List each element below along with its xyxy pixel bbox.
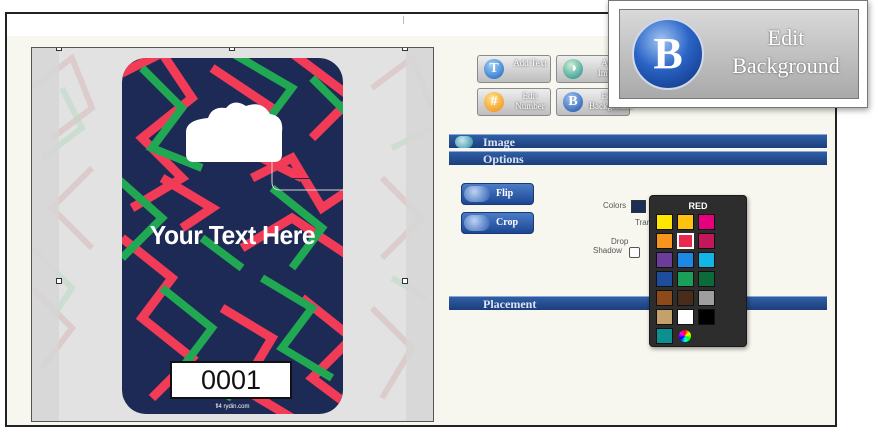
drop-shadow-checkbox[interactable] [629, 247, 640, 258]
resize-handle[interactable] [229, 48, 235, 51]
placement-section-title: Placement [483, 297, 537, 311]
resize-handle[interactable] [56, 48, 62, 51]
resize-handle[interactable] [56, 278, 62, 284]
color-swatch[interactable] [698, 233, 715, 249]
resize-handle[interactable] [402, 48, 408, 51]
color-swatch[interactable] [656, 309, 673, 325]
flip-button[interactable]: Flip [461, 183, 534, 205]
crop-label: Crop [496, 217, 519, 228]
color-picker-title: RED [688, 201, 708, 211]
color-picker-popup[interactable]: RED [649, 195, 747, 347]
color-swatch[interactable] [656, 233, 673, 249]
resize-handle[interactable] [402, 278, 408, 284]
edit-background-zoom-button[interactable]: B Edit Background [619, 9, 859, 99]
crop-icon [464, 215, 490, 231]
headline-text[interactable]: Your Text Here [128, 220, 338, 251]
text-icon: T [484, 59, 504, 79]
edit-number-button[interactable]: # Edit Number [477, 88, 551, 116]
add-text-label: Add Text [513, 58, 547, 68]
color-swatch-navy[interactable] [631, 200, 646, 213]
color-swatch[interactable] [698, 290, 715, 306]
flip-icon [464, 186, 490, 202]
bleed-guide-right [406, 48, 433, 421]
hang-tag-preview[interactable]: Your Text Here 0001 fl4 rydin.com [122, 58, 343, 414]
color-swatch[interactable] [656, 214, 673, 230]
image-section-header[interactable]: Image [449, 134, 827, 149]
edit-background-zoom-label: Edit Background [732, 25, 840, 78]
color-swatch[interactable] [656, 290, 673, 306]
color-swatch[interactable] [698, 271, 715, 287]
color-swatch[interactable] [677, 214, 694, 230]
color-swatch[interactable] [656, 252, 673, 268]
shadow-label: Shadow [593, 246, 622, 255]
background-b-icon: B [563, 92, 583, 112]
image-section-icon [455, 136, 473, 148]
color-swatch[interactable] [698, 214, 715, 230]
color-swatch[interactable] [656, 271, 673, 287]
brand-text: fl4 rydin.com [215, 404, 250, 410]
image-section-title: Image [483, 135, 515, 149]
image-icon: ◑ [563, 59, 583, 79]
drop-label: Drop [611, 237, 629, 246]
color-swatch[interactable] [656, 328, 673, 344]
color-swatch[interactable] [698, 309, 715, 325]
number-box[interactable]: 0001 [170, 361, 292, 399]
bleed-guide-left [32, 48, 59, 421]
color-swatch[interactable] [677, 290, 694, 306]
colors-label: Colors [603, 201, 627, 210]
color-swatch[interactable] [677, 233, 694, 249]
color-swatch[interactable] [698, 252, 715, 268]
flip-label: Flip [496, 188, 514, 199]
placement-section-header[interactable]: Placement [449, 296, 827, 311]
color-swatch[interactable] [677, 309, 694, 325]
options-section-header[interactable]: Options [449, 151, 827, 166]
add-text-button[interactable]: T Add Text [477, 55, 551, 83]
hash-icon: # [484, 92, 504, 112]
color-wheel-icon[interactable] [679, 330, 691, 342]
options-section-title: Options [483, 152, 524, 166]
background-b-icon: B [632, 18, 704, 90]
zoom-inset: B Edit Background [608, 0, 868, 108]
edit-number-label: Edit Number [515, 91, 545, 111]
crop-button[interactable]: Crop [461, 212, 534, 234]
divider [403, 16, 404, 24]
design-canvas[interactable]: Your Text Here 0001 fl4 rydin.com [31, 47, 434, 422]
color-swatch[interactable] [677, 271, 694, 287]
color-swatch[interactable] [677, 252, 694, 268]
